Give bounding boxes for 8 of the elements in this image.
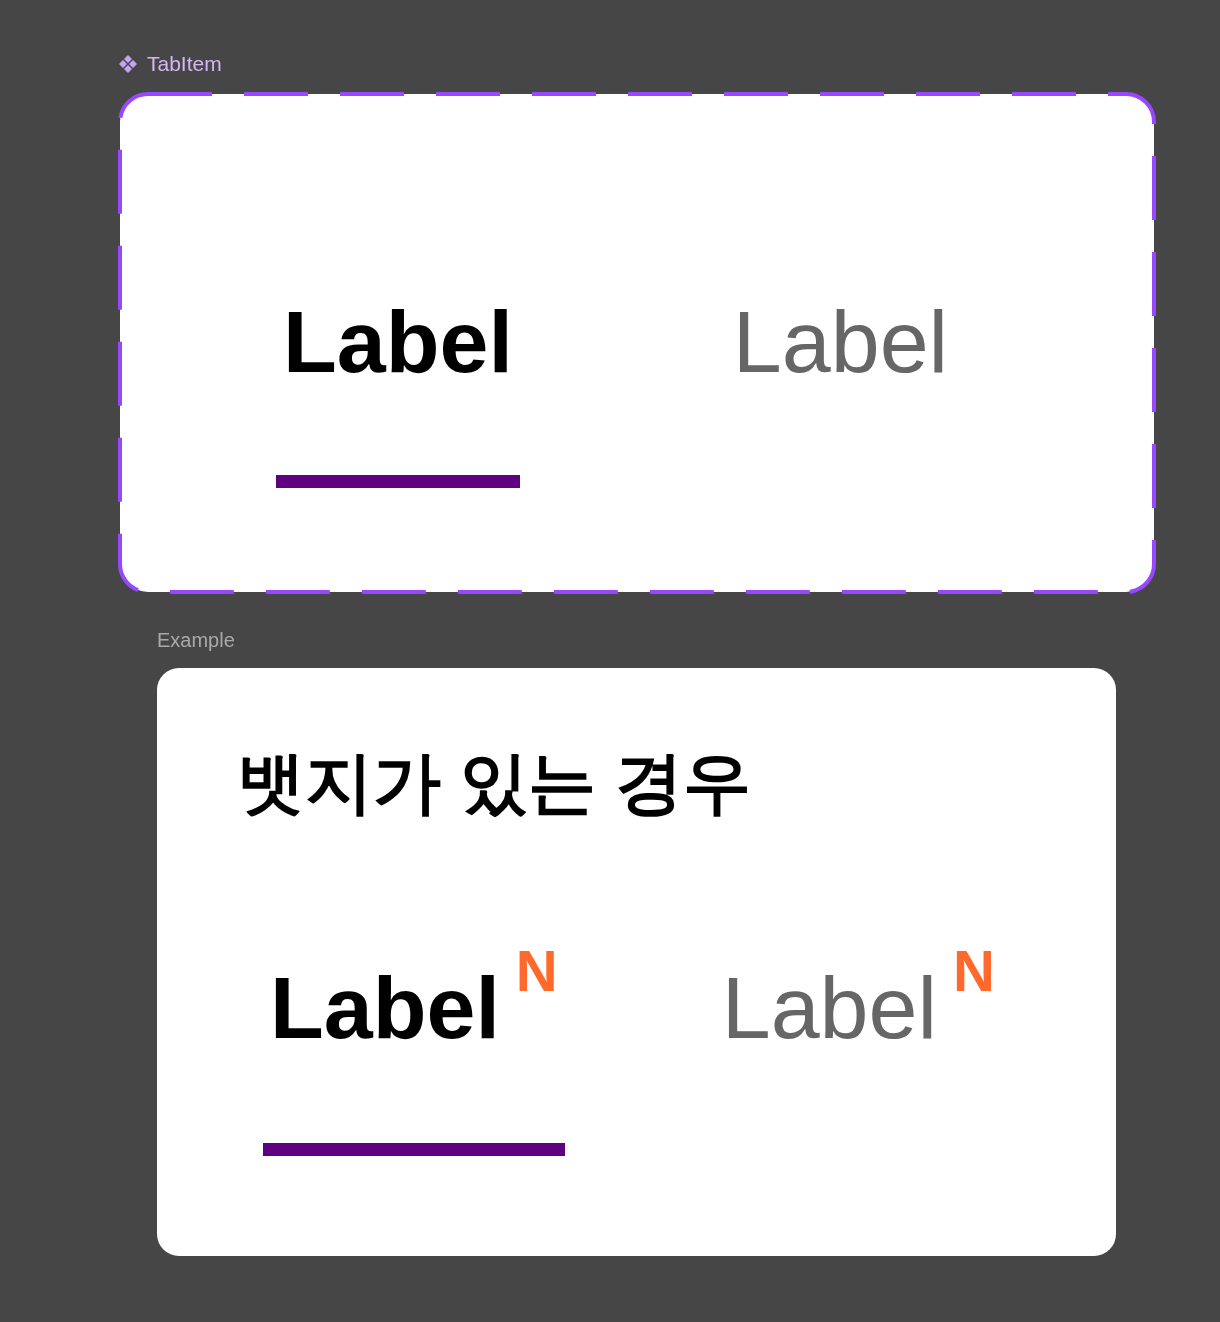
new-label: N — [953, 942, 995, 1000]
example-caption: Example — [157, 628, 235, 652]
example-heading: 뱃지가 있는 경우 — [237, 748, 751, 816]
tab[interactable]: Label — [732, 298, 949, 386]
component-icon — [118, 54, 138, 74]
tab[interactable]: Label — [283, 298, 513, 386]
component-name: TabItem — [147, 52, 222, 76]
new-label: N — [515, 942, 558, 1000]
